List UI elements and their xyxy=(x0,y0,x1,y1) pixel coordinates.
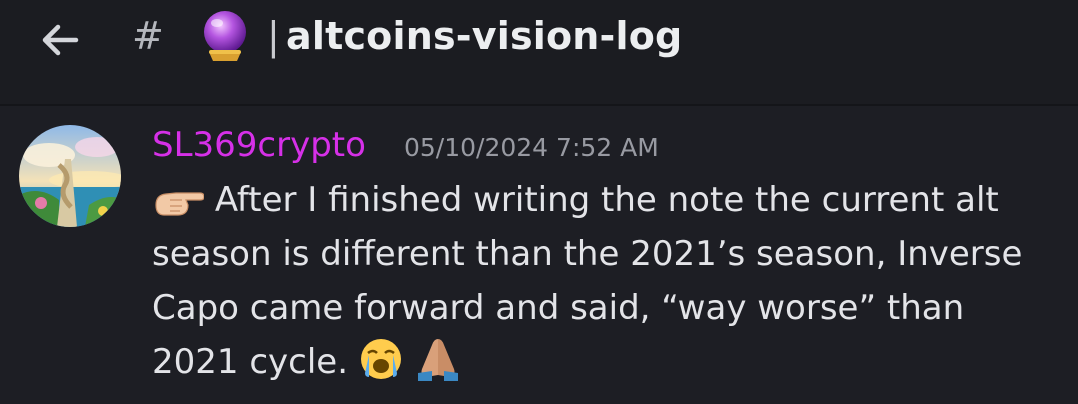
avatar[interactable] xyxy=(19,125,121,227)
message-line-2: season is different than the 2021’s seas… xyxy=(152,234,1023,274)
message-timestamp: 05/10/2024 7:52 AM xyxy=(404,133,659,162)
message-text-line: After I finished writing the note the cu… xyxy=(214,180,999,220)
message-text-line: 2021 cycle. xyxy=(152,342,349,382)
channel-name: altcoins-vision-log xyxy=(286,14,683,58)
message-content: After I finished writing the note the cu… xyxy=(152,173,1052,389)
message-line-3: Capo came forward and said, “way worse” … xyxy=(152,288,965,328)
message-author[interactable]: SL369crypto xyxy=(152,119,366,171)
stairway-landscape-avatar xyxy=(19,125,121,227)
channel-header: # | altcoins-vision-log xyxy=(0,0,1078,106)
backhand-index-pointing-right-icon xyxy=(155,192,204,216)
message-line-1: After I finished writing the note the cu… xyxy=(152,173,1052,227)
channel-title[interactable]: | altcoins-vision-log xyxy=(267,9,682,63)
crystal-ball-icon xyxy=(204,11,246,61)
arrow-left-icon[interactable] xyxy=(36,16,84,64)
message-line-4: 2021 cycle. xyxy=(152,335,1052,389)
title-separator: | xyxy=(267,14,281,58)
channel-hash-symbol: # xyxy=(132,14,164,58)
folded-hands-icon xyxy=(417,339,458,381)
loudly-crying-face-icon xyxy=(360,339,401,379)
